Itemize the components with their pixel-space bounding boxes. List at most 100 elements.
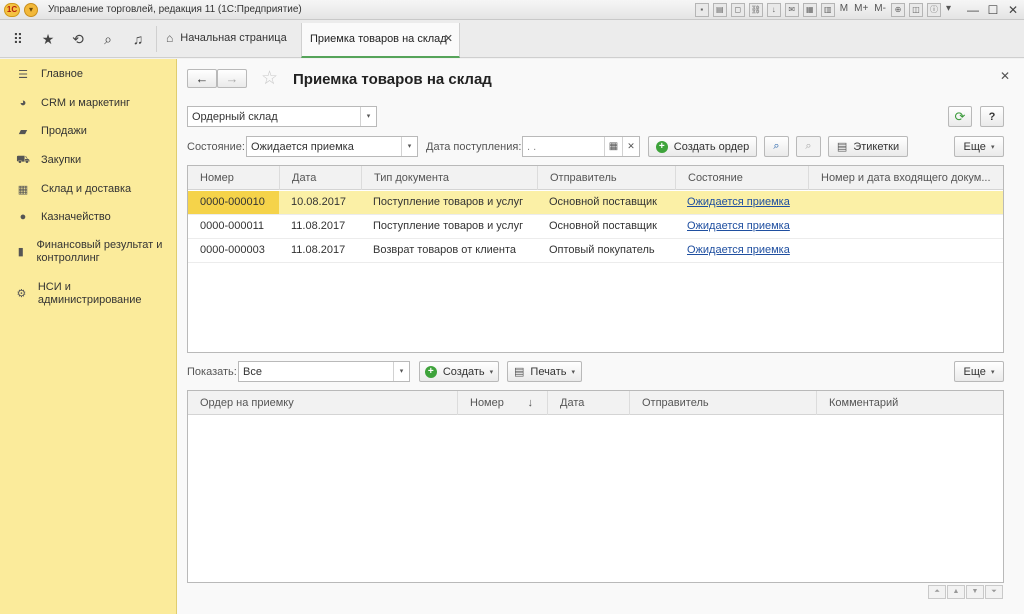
- sidebar-item-label: Казначейство: [41, 211, 111, 223]
- clear-icon[interactable]: ✕: [622, 137, 639, 156]
- cancel-find-button[interactable]: ⌕: [796, 136, 821, 157]
- minimize-icon[interactable]: —: [964, 2, 982, 18]
- tab-goods-receipt[interactable]: Приемка товаров на склад ✕: [301, 23, 460, 58]
- cell-doc-type: Поступление товаров и услуг: [373, 220, 524, 232]
- warehouse-select[interactable]: Ордерный склад ▾: [187, 106, 377, 127]
- create-order-button[interactable]: + Создать ордер: [648, 136, 757, 157]
- cell-state-link[interactable]: Ожидается приемка: [675, 239, 808, 262]
- plus-icon: +: [424, 365, 437, 378]
- table-row[interactable]: 0000-000011 11.08.2017 Поступление товар…: [188, 215, 1003, 239]
- column-header[interactable]: Дата: [547, 391, 629, 415]
- print-icon[interactable]: ▤: [712, 3, 727, 17]
- chevron-down-icon[interactable]: ▾: [360, 107, 376, 126]
- back-button[interactable]: ←: [187, 69, 217, 88]
- page-down-icon[interactable]: ▼: [966, 585, 984, 599]
- sidebar-item-admin[interactable]: ⚙ НСИ и администрирование: [16, 281, 146, 307]
- favorites-star-icon[interactable]: ★: [38, 29, 58, 49]
- save-icon[interactable]: ▪: [694, 3, 709, 17]
- sidebar-item-label: НСИ и администрирование: [37, 281, 142, 306]
- favorite-star-icon[interactable]: ☆: [261, 67, 278, 90]
- gear-icon: ⚙: [16, 288, 27, 300]
- tab-home[interactable]: ⌂ Начальная страница: [166, 31, 287, 45]
- sidebar-item-warehouse[interactable]: ▦ Склад и доставка: [16, 183, 131, 196]
- find-button[interactable]: ⌕: [764, 136, 789, 157]
- notifications-bell-icon[interactable]: ♫: [128, 29, 148, 49]
- tab-home-label: Начальная страница: [180, 32, 287, 44]
- close-window-icon[interactable]: ✕: [1004, 2, 1022, 18]
- search-icon[interactable]: ⌕: [98, 29, 118, 49]
- state-select[interactable]: Ожидается приемка ▾: [246, 136, 418, 157]
- maximize-icon[interactable]: ☐: [984, 2, 1002, 18]
- more-button[interactable]: Еще ▾: [954, 136, 1004, 157]
- cell-state-link[interactable]: Ожидается приемка: [675, 215, 808, 238]
- sidebar-item-treasury[interactable]: ● Казначейство: [16, 211, 111, 224]
- sidebar-item-main[interactable]: ☰ Главное: [16, 68, 83, 81]
- show-label: Показать:: [187, 366, 237, 378]
- calendar-icon[interactable]: ▦: [604, 137, 622, 156]
- cell-date: 10.08.2017: [291, 196, 347, 208]
- send-icon[interactable]: ✉: [784, 3, 799, 17]
- zoom-icon[interactable]: ⊕: [890, 3, 905, 17]
- sidebar-item-purchases[interactable]: ⛟ Закупки: [16, 154, 81, 168]
- table-row[interactable]: 0000-000010 10.08.2017 Поступление товар…: [188, 191, 1003, 215]
- sidebar-item-crm[interactable]: ◕ CRM и маркетинг: [16, 97, 130, 110]
- cell-sender: Оптовый покупатель: [549, 244, 655, 256]
- forward-button[interactable]: →: [217, 69, 247, 88]
- date-input[interactable]: . . ▦ ✕: [522, 136, 640, 157]
- column-header[interactable]: Тип документа: [361, 166, 537, 190]
- cell-incoming: [808, 191, 1003, 214]
- show-select[interactable]: Все ▾: [238, 361, 410, 382]
- calculator-icon[interactable]: ▦: [802, 3, 817, 17]
- cell-date: 11.08.2017: [291, 220, 346, 232]
- memory-minus-icon[interactable]: M-: [873, 3, 887, 17]
- last-page-icon[interactable]: ⏷: [985, 585, 1003, 599]
- info-icon[interactable]: ⓘ: [926, 3, 941, 17]
- panels-icon[interactable]: ◫: [908, 3, 923, 17]
- chevron-down-icon[interactable]: ▾: [401, 137, 417, 156]
- table-row[interactable]: 0000-000003 11.08.2017 Возврат товаров о…: [188, 239, 1003, 263]
- column-header[interactable]: Номер и дата входящего докум...: [808, 166, 1003, 190]
- first-page-icon[interactable]: ⏶: [928, 585, 946, 599]
- history-icon[interactable]: ⟲: [68, 29, 88, 49]
- cell-state-link[interactable]: Ожидается приемка: [675, 191, 808, 214]
- help-button[interactable]: ?: [980, 106, 1004, 127]
- main-menu-icon[interactable]: ▾: [24, 2, 38, 17]
- cart-icon: ⛟: [16, 154, 30, 166]
- apps-grid-icon[interactable]: ⠿: [8, 29, 28, 49]
- calendar-icon[interactable]: ▥: [820, 3, 835, 17]
- sidebar-item-sales[interactable]: ▰ Продажи: [16, 125, 87, 138]
- column-header[interactable]: Отправитель: [629, 391, 816, 415]
- preview-icon[interactable]: ◻: [730, 3, 745, 17]
- page-up-icon[interactable]: ▲: [947, 585, 965, 599]
- refresh-button[interactable]: ⟳: [948, 106, 972, 127]
- title-toolbar: ▪ ▤ ◻ ⛓ ↓ ✉ ▦ ▥ M M+ M- ⊕ ◫ ⓘ ▾ — ☐ ✕: [693, 1, 1022, 19]
- column-header[interactable]: Ордер на приемку: [188, 391, 457, 415]
- sidebar-item-finance[interactable]: ▮ Финансовый результат и контроллинг: [16, 239, 166, 265]
- column-header[interactable]: Комментарий: [816, 391, 1003, 415]
- column-header[interactable]: Дата: [279, 166, 361, 190]
- memory-icon[interactable]: M: [839, 3, 849, 17]
- column-header[interactable]: Номер: [188, 166, 279, 190]
- window-title: Управление торговлей, редакция 11 (1С:Пр…: [48, 4, 302, 15]
- briefcase-icon: ▰: [18, 126, 28, 138]
- close-form-icon[interactable]: ✕: [1000, 69, 1010, 83]
- create-order-label: Создать ордер: [673, 140, 750, 153]
- link-icon[interactable]: ⛓: [748, 3, 763, 17]
- chevron-down-icon[interactable]: ▾: [945, 3, 952, 17]
- chevron-down-icon[interactable]: ▾: [393, 362, 409, 381]
- cell-number: 0000-000010: [188, 191, 279, 214]
- column-header[interactable]: Состояние: [675, 166, 808, 190]
- cell-sender: Основной поставщик: [549, 196, 657, 208]
- print-button[interactable]: ▤ Печать ▾: [507, 361, 582, 382]
- tab-close-icon[interactable]: ✕: [444, 32, 453, 45]
- labels-button[interactable]: ▤ Этикетки: [828, 136, 908, 157]
- create-button[interactable]: + Создать ▾: [419, 361, 499, 382]
- sidebar-item-label: Финансовый результат и контроллинг: [36, 239, 163, 264]
- print-icon: ▤: [836, 141, 848, 153]
- column-header[interactable]: Отправитель: [537, 166, 675, 190]
- more-button-lower[interactable]: Еще ▾: [954, 361, 1004, 382]
- home-icon: ⌂: [166, 31, 174, 45]
- memory-plus-icon[interactable]: M+: [853, 3, 869, 17]
- column-header[interactable]: Номер ↓: [457, 391, 547, 415]
- save-to-file-icon[interactable]: ↓: [766, 3, 781, 17]
